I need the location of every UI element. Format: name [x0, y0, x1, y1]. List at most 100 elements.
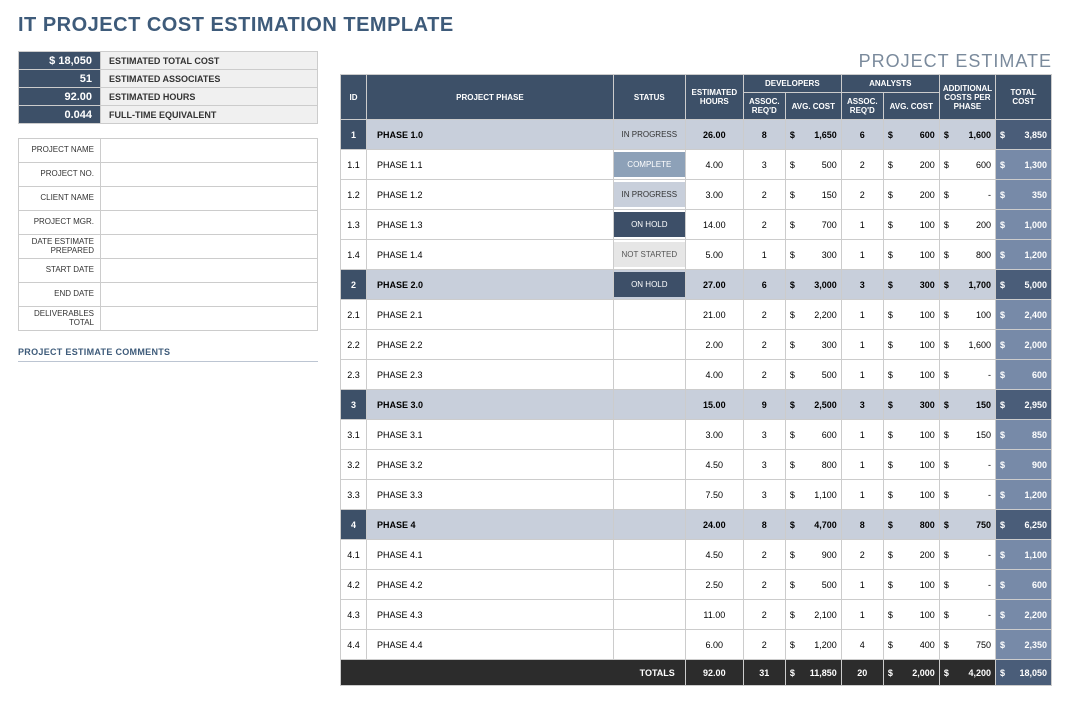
- cell-hours[interactable]: 24.00: [685, 510, 743, 540]
- cell-dev-n[interactable]: 1: [743, 240, 785, 270]
- cell-an-n[interactable]: 1: [841, 240, 883, 270]
- cell-an-n[interactable]: 1: [841, 330, 883, 360]
- cell-addl[interactable]: $200: [939, 210, 995, 240]
- cell-addl[interactable]: $1,700: [939, 270, 995, 300]
- cell-an-cost[interactable]: $100: [883, 570, 939, 600]
- cell-dev-n[interactable]: 2: [743, 540, 785, 570]
- cell-an-cost[interactable]: $600: [883, 120, 939, 150]
- info-project-name-value[interactable]: [101, 139, 318, 163]
- cell-dev-n[interactable]: 2: [743, 300, 785, 330]
- cell-an-cost[interactable]: $300: [883, 270, 939, 300]
- cell-addl[interactable]: $150: [939, 420, 995, 450]
- cell-status[interactable]: [613, 570, 685, 600]
- info-date-prepared-value[interactable]: [101, 235, 318, 259]
- cell-an-n[interactable]: 3: [841, 390, 883, 420]
- cell-dev-cost[interactable]: $500: [785, 570, 841, 600]
- cell-dev-cost[interactable]: $500: [785, 150, 841, 180]
- cell-dev-cost[interactable]: $1,200: [785, 630, 841, 660]
- cell-an-cost[interactable]: $200: [883, 180, 939, 210]
- cell-dev-n[interactable]: 3: [743, 150, 785, 180]
- cell-dev-cost[interactable]: $3,000: [785, 270, 841, 300]
- cell-addl[interactable]: $-: [939, 570, 995, 600]
- cell-status[interactable]: [613, 600, 685, 630]
- cell-an-cost[interactable]: $400: [883, 630, 939, 660]
- cell-status[interactable]: ON HOLD: [613, 210, 685, 240]
- cell-dev-n[interactable]: 2: [743, 360, 785, 390]
- cell-hours[interactable]: 4.00: [685, 360, 743, 390]
- cell-addl[interactable]: $-: [939, 180, 995, 210]
- cell-addl[interactable]: $100: [939, 300, 995, 330]
- cell-addl[interactable]: $1,600: [939, 120, 995, 150]
- cell-dev-cost[interactable]: $800: [785, 450, 841, 480]
- cell-dev-n[interactable]: 2: [743, 330, 785, 360]
- cell-status[interactable]: ON HOLD: [613, 270, 685, 300]
- info-end-date-value[interactable]: [101, 283, 318, 307]
- cell-addl[interactable]: $-: [939, 480, 995, 510]
- cell-status[interactable]: [613, 420, 685, 450]
- cell-hours[interactable]: 3.00: [685, 180, 743, 210]
- cell-status[interactable]: [613, 390, 685, 420]
- cell-dev-n[interactable]: 8: [743, 120, 785, 150]
- cell-dev-n[interactable]: 2: [743, 180, 785, 210]
- cell-hours[interactable]: 21.00: [685, 300, 743, 330]
- cell-status[interactable]: [613, 300, 685, 330]
- cell-addl[interactable]: $750: [939, 630, 995, 660]
- cell-addl[interactable]: $600: [939, 150, 995, 180]
- cell-an-n[interactable]: 4: [841, 630, 883, 660]
- cell-hours[interactable]: 15.00: [685, 390, 743, 420]
- cell-an-cost[interactable]: $100: [883, 360, 939, 390]
- cell-an-n[interactable]: 1: [841, 360, 883, 390]
- cell-status[interactable]: [613, 630, 685, 660]
- cell-hours[interactable]: 4.50: [685, 450, 743, 480]
- cell-an-n[interactable]: 1: [841, 450, 883, 480]
- cell-dev-cost[interactable]: $700: [785, 210, 841, 240]
- cell-an-n[interactable]: 2: [841, 540, 883, 570]
- cell-dev-n[interactable]: 8: [743, 510, 785, 540]
- cell-hours[interactable]: 27.00: [685, 270, 743, 300]
- info-deliverables-value[interactable]: [101, 307, 318, 331]
- cell-an-cost[interactable]: $300: [883, 390, 939, 420]
- cell-addl[interactable]: $-: [939, 360, 995, 390]
- cell-dev-cost[interactable]: $2,200: [785, 300, 841, 330]
- cell-status[interactable]: [613, 360, 685, 390]
- cell-addl[interactable]: $-: [939, 600, 995, 630]
- cell-addl[interactable]: $750: [939, 510, 995, 540]
- cell-dev-cost[interactable]: $600: [785, 420, 841, 450]
- cell-hours[interactable]: 26.00: [685, 120, 743, 150]
- cell-an-cost[interactable]: $100: [883, 210, 939, 240]
- cell-dev-n[interactable]: 2: [743, 210, 785, 240]
- info-start-date-value[interactable]: [101, 259, 318, 283]
- cell-dev-cost[interactable]: $500: [785, 360, 841, 390]
- info-project-no-value[interactable]: [101, 163, 318, 187]
- cell-an-n[interactable]: 2: [841, 180, 883, 210]
- cell-hours[interactable]: 2.50: [685, 570, 743, 600]
- cell-an-n[interactable]: 6: [841, 120, 883, 150]
- info-client-name-value[interactable]: [101, 187, 318, 211]
- cell-dev-cost[interactable]: $2,100: [785, 600, 841, 630]
- cell-addl[interactable]: $800: [939, 240, 995, 270]
- cell-hours[interactable]: 5.00: [685, 240, 743, 270]
- cell-addl[interactable]: $1,600: [939, 330, 995, 360]
- cell-an-cost[interactable]: $800: [883, 510, 939, 540]
- cell-an-n[interactable]: 1: [841, 480, 883, 510]
- cell-dev-n[interactable]: 3: [743, 450, 785, 480]
- cell-dev-cost[interactable]: $2,500: [785, 390, 841, 420]
- cell-dev-cost[interactable]: $150: [785, 180, 841, 210]
- cell-dev-n[interactable]: 2: [743, 630, 785, 660]
- cell-an-n[interactable]: 2: [841, 150, 883, 180]
- cell-addl[interactable]: $-: [939, 540, 995, 570]
- cell-an-cost[interactable]: $100: [883, 300, 939, 330]
- cell-dev-cost[interactable]: $1,100: [785, 480, 841, 510]
- cell-an-n[interactable]: 3: [841, 270, 883, 300]
- cell-an-n[interactable]: 1: [841, 420, 883, 450]
- cell-an-n[interactable]: 1: [841, 600, 883, 630]
- cell-an-n[interactable]: 8: [841, 510, 883, 540]
- cell-an-n[interactable]: 1: [841, 300, 883, 330]
- cell-hours[interactable]: 2.00: [685, 330, 743, 360]
- cell-hours[interactable]: 14.00: [685, 210, 743, 240]
- cell-hours[interactable]: 7.50: [685, 480, 743, 510]
- cell-status[interactable]: NOT STARTED: [613, 240, 685, 270]
- cell-dev-cost[interactable]: $900: [785, 540, 841, 570]
- cell-an-n[interactable]: 1: [841, 210, 883, 240]
- cell-status[interactable]: IN PROGRESS: [613, 180, 685, 210]
